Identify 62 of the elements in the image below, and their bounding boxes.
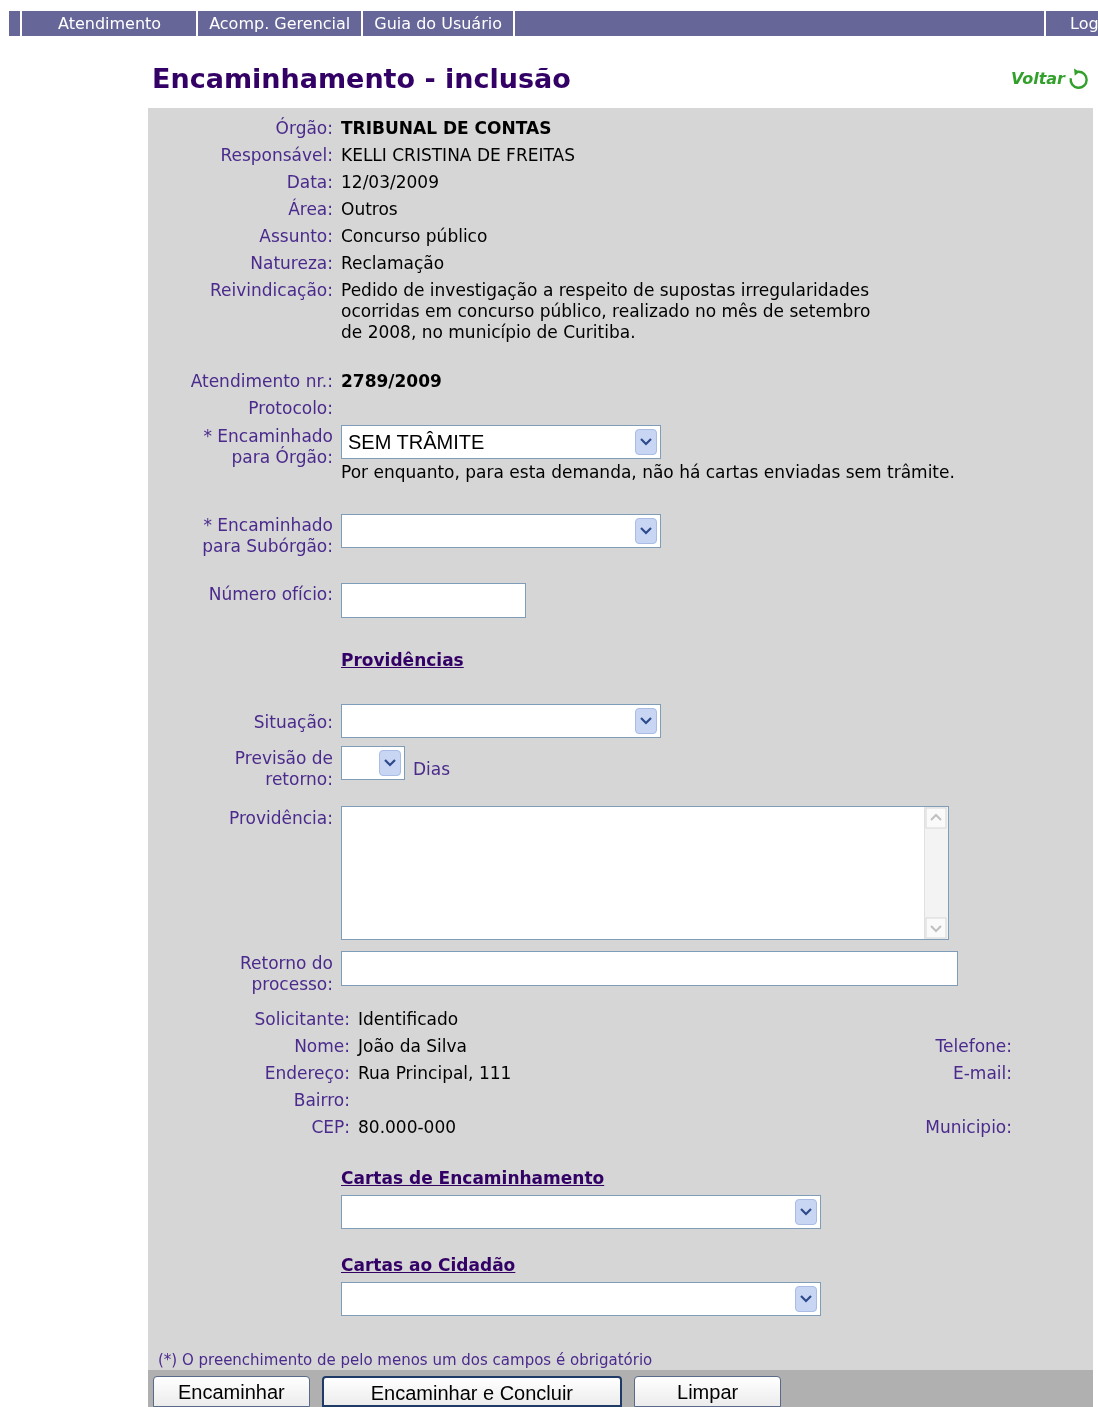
field-label: Situação: xyxy=(252,711,333,733)
nav-link[interactable]: Acomp. Gerencial xyxy=(198,11,364,36)
field-value: TRIBUNAL DE CONTAS xyxy=(341,118,553,139)
field-label: Municipio: xyxy=(924,1117,1012,1138)
field-value: 12/03/2009 xyxy=(341,172,440,193)
dropdown-field[interactable] xyxy=(341,746,405,780)
field-value: Outros xyxy=(341,199,399,220)
field-label: Reivindicação: xyxy=(209,280,333,302)
info-note: Por enquanto, para esta demanda, não há cartas enviadas sem trâmite. xyxy=(341,461,956,484)
scroll-bar[interactable] xyxy=(924,807,948,939)
field-value: KELLI CRISTINA DE FREITAS xyxy=(341,145,576,166)
text-field[interactable] xyxy=(341,951,958,986)
field-label: Área: xyxy=(287,199,333,220)
page-title: Encaminhamento - inclusão xyxy=(152,61,571,96)
field-label: Órgão: xyxy=(274,118,333,139)
nav-link[interactable]: Guia do Usuário xyxy=(363,11,515,36)
scroll-up-icon[interactable] xyxy=(925,807,947,829)
field-value: Identificado xyxy=(358,1009,460,1030)
field-value: 80.000-000 xyxy=(358,1117,458,1138)
field-label: E-mail: xyxy=(951,1063,1012,1084)
field-label: Nome: xyxy=(293,1036,350,1057)
field-value: Pedido de investigação a respeito de supostas irregularidades ocorridas em concurso público, realizado no mês de setembro de 2008, no município de Curitiba. xyxy=(341,280,871,343)
section-heading-link[interactable]: Providências xyxy=(341,647,1093,673)
field-label: Assunto: xyxy=(258,226,333,247)
field-label: Endereço: xyxy=(263,1063,350,1084)
field-label: Previsão de retorno: xyxy=(233,747,333,790)
field-label: Responsável: xyxy=(219,145,333,166)
field-label: Data: xyxy=(285,172,333,193)
form-button[interactable]: Encaminhar e Concluir xyxy=(321,1376,623,1407)
field-label: Bairro: xyxy=(292,1090,350,1111)
nav-separator xyxy=(7,11,22,36)
scroll-down-icon[interactable] xyxy=(925,917,947,939)
section-heading-link[interactable]: Cartas de Encaminhamento xyxy=(341,1168,605,1189)
field-label: * Encaminhado para Subórgão: xyxy=(201,513,333,557)
field-value: Concurso público xyxy=(341,226,489,247)
unit-label: Dias xyxy=(413,757,451,781)
dropdown-field[interactable] xyxy=(341,513,661,548)
field-label: Atendimento nr.: xyxy=(189,371,333,392)
dropdown-field[interactable]: SEM TRÂMITE xyxy=(341,425,661,459)
dropdown-field[interactable] xyxy=(341,1195,821,1229)
dropdown-field[interactable] xyxy=(341,704,661,738)
form-button[interactable]: Limpar xyxy=(634,1376,782,1407)
field-value: Reclamação xyxy=(341,253,446,274)
field-label: Telefone: xyxy=(934,1036,1012,1057)
field-label: Protocolo: xyxy=(247,398,333,419)
field-value: Rua Principal, 111 xyxy=(358,1063,513,1084)
field-label: Providência: xyxy=(228,807,333,829)
nav-link[interactable]: Log xyxy=(1046,11,1098,36)
text-field[interactable] xyxy=(341,582,526,618)
form-button[interactable]: Encaminhar xyxy=(153,1376,310,1407)
nav-link[interactable]: Atendimento xyxy=(22,11,199,36)
field-label: Retorno do processo: xyxy=(238,952,333,995)
section-heading-link[interactable]: Cartas ao Cidadão xyxy=(341,1255,516,1276)
dropdown-field[interactable] xyxy=(341,1282,821,1316)
field-label: Natureza: xyxy=(249,253,333,274)
field-label: CEP: xyxy=(310,1117,350,1138)
field-value: João da Silva xyxy=(358,1036,468,1057)
field-value: 2789/2009 xyxy=(341,371,443,392)
required-note: (*) O preenchimento de pelo menos um dos campos é obrigatório xyxy=(158,1350,654,1370)
field-label: Número ofício: xyxy=(207,582,333,605)
field-label: Solicitante: xyxy=(253,1009,350,1030)
field-label: * Encaminhado para Órgão: xyxy=(202,425,333,468)
